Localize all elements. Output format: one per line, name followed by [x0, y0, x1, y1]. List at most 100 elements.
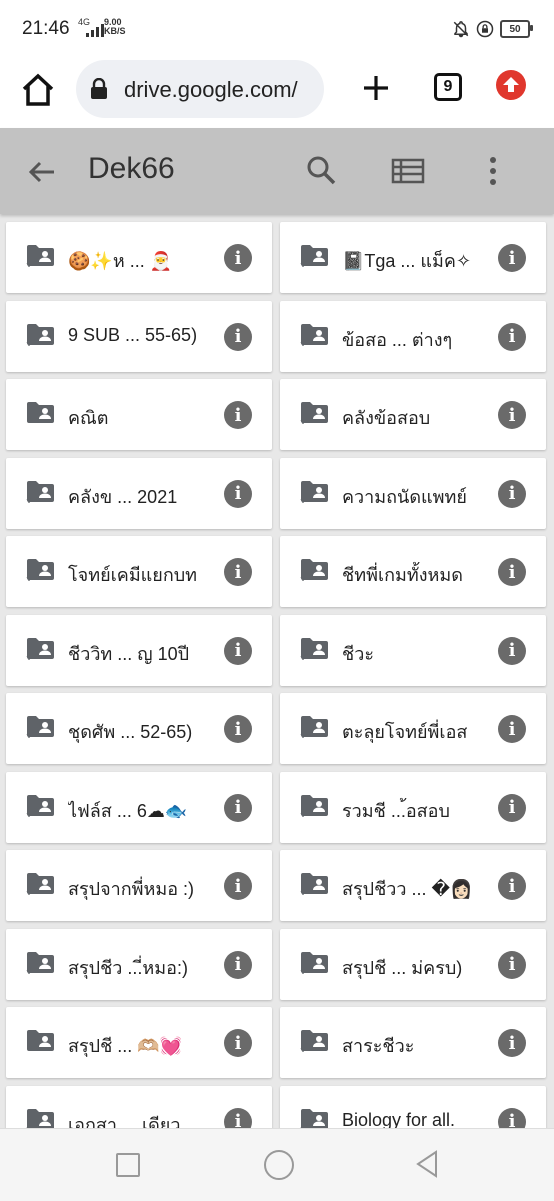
info-icon[interactable]: i — [224, 872, 252, 900]
folder-name: ชีทพี่เกมทั้งหมด — [342, 565, 463, 585]
folder-name: ชีววิท ... ญ 10ปี — [68, 643, 190, 664]
new-tab-button[interactable] — [356, 68, 396, 108]
folder-name: ชุดศัพ ... 52-65) — [68, 722, 193, 742]
folder-name: 📓Tga ... แม็ค✧ — [342, 251, 472, 271]
home-icon — [22, 73, 54, 106]
shared-folder-icon — [300, 244, 330, 270]
info-icon[interactable]: i — [498, 715, 526, 743]
info-icon[interactable]: i — [498, 1029, 526, 1057]
info-icon[interactable]: i — [498, 872, 526, 900]
folder-card[interactable]: รวมชี ...้อสอบ i — [280, 771, 546, 843]
page-title: Dek66 — [88, 152, 175, 185]
folder-card[interactable]: 🍪✨ห ... 🎅 i — [6, 222, 272, 293]
home-button[interactable] — [18, 70, 58, 110]
folder-card[interactable]: สรุปชี ... 🫶🏼💓 i — [6, 1007, 272, 1078]
folder-card[interactable]: เอกสา ... เดียว i — [6, 1085, 272, 1129]
shared-folder-icon — [300, 951, 330, 977]
folder-grid: 🍪✨ห ... 🎅 i 📓Tga ... แม็ค✧ i 9 SUB ... 55-65… — [0, 214, 554, 1128]
folder-name: 🍪✨ห ... 🎅 — [68, 251, 173, 271]
folder-card[interactable]: ชีทพี่เกมทั้งหมด i — [280, 536, 546, 607]
shared-folder-icon — [26, 637, 56, 663]
recents-button[interactable] — [116, 1153, 140, 1177]
info-icon[interactable]: i — [224, 322, 252, 351]
folder-icon — [26, 1029, 56, 1055]
shared-folder-icon — [26, 794, 56, 820]
list-view-button[interactable] — [391, 156, 425, 186]
folder-card[interactable]: ไฟล์ส ... 6☁🐟 i — [6, 771, 272, 843]
shared-folder-icon — [300, 637, 330, 663]
folder-card[interactable]: สรุปชีวว ... �👩🏻 i — [280, 850, 546, 921]
shared-folder-icon — [300, 1108, 330, 1128]
update-button[interactable] — [496, 70, 526, 100]
info-icon[interactable]: i — [498, 950, 526, 979]
shared-folder-icon — [300, 715, 330, 741]
folder-card[interactable]: ข้อสอ ... ต่างๆ i — [280, 300, 546, 372]
arrow-left-icon — [28, 161, 54, 183]
folder-card[interactable]: โจทย์เคมีแยกบท i — [6, 536, 272, 607]
shared-folder-icon — [300, 1029, 330, 1055]
folder-card[interactable]: สาระชีวะ i — [280, 1007, 546, 1078]
shared-folder-icon — [26, 480, 56, 506]
info-icon[interactable]: i — [498, 793, 526, 822]
info-icon[interactable]: i — [224, 950, 252, 979]
tab-switcher-button[interactable]: 9 — [434, 73, 462, 101]
speed-unit: KB/S — [104, 26, 126, 36]
info-icon[interactable]: i — [498, 244, 526, 272]
folder-card[interactable]: 9 SUB ... 55-65) i — [6, 300, 272, 372]
folder-card[interactable]: สรุปชีว ...ี่หมอ:) i — [6, 928, 272, 1000]
folder-name: สรุปชี ... ม่ครบ) — [342, 957, 463, 978]
info-icon[interactable]: i — [224, 558, 252, 586]
status-bar: 21:46 4G 9.00 KB/S 50 — [0, 0, 554, 56]
folder-name: ชีวะ — [342, 643, 374, 664]
folder-card[interactable]: ความถนัดแพทย์ i — [280, 457, 546, 529]
back-button[interactable] — [26, 156, 58, 188]
list-view-icon — [391, 158, 425, 184]
folder-card[interactable]: Biology for all. i — [280, 1085, 546, 1129]
folder-card[interactable]: สรุปจากพี่หมอ :) i — [6, 850, 272, 921]
folder-card[interactable]: ชุดศัพ ... 52-65) i — [6, 693, 272, 764]
folder-name: ข้อสอ ... ต่างๆ — [342, 329, 453, 350]
folder-card[interactable]: สรุปชี ... ม่ครบ) i — [280, 928, 546, 1000]
folder-name: สรุปชีว ...ี่หมอ:) — [68, 957, 188, 978]
folder-card[interactable]: คลังข ... 2021 i — [6, 457, 272, 529]
back-nav-button[interactable] — [414, 1149, 440, 1179]
folder-card[interactable]: คลังข้อสอบ i — [280, 379, 546, 450]
info-icon[interactable]: i — [498, 322, 526, 351]
folder-card[interactable]: ชีวะ i — [280, 614, 546, 686]
info-icon[interactable]: i — [498, 479, 526, 508]
folder-name: รวมชี ...้อสอบ — [342, 800, 450, 821]
info-icon[interactable]: i — [224, 793, 252, 822]
folder-name: เอกสา ... เดียว — [68, 1114, 181, 1129]
info-icon[interactable]: i — [224, 636, 252, 665]
plus-icon — [364, 76, 388, 100]
folder-card[interactable]: ตะลุยโจทย์พี่เอส i — [280, 693, 546, 764]
folder-card[interactable]: 📓Tga ... แม็ค✧ i — [280, 222, 546, 293]
info-icon[interactable]: i — [224, 401, 252, 429]
info-icon[interactable]: i — [498, 1107, 526, 1128]
info-icon[interactable]: i — [224, 1107, 252, 1128]
info-icon[interactable]: i — [224, 715, 252, 743]
shared-folder-icon — [26, 323, 56, 349]
folder-card[interactable]: คณิต i — [6, 379, 272, 450]
info-icon[interactable]: i — [224, 1029, 252, 1057]
search-icon — [307, 156, 336, 185]
browser-toolbar: drive.google.com/ 9 — [0, 56, 554, 128]
address-bar[interactable]: drive.google.com/ — [76, 60, 324, 118]
status-time: 21:46 — [22, 18, 70, 39]
info-icon[interactable]: i — [498, 558, 526, 586]
home-nav-button[interactable] — [264, 1150, 294, 1180]
folder-name: Biology for all. — [342, 1109, 456, 1129]
shared-folder-icon — [26, 558, 56, 584]
folder-card[interactable]: ชีววิท ... ญ 10ปี i — [6, 614, 272, 686]
tab-count: 9 — [443, 78, 453, 95]
info-icon[interactable]: i — [224, 244, 252, 272]
folder-name: สรุปจากพี่หมอ :) — [68, 879, 195, 899]
shared-folder-icon — [26, 951, 56, 977]
search-button[interactable] — [305, 154, 337, 186]
shared-folder-icon — [300, 323, 330, 349]
shared-folder-icon — [300, 480, 330, 506]
info-icon[interactable]: i — [498, 636, 526, 665]
info-icon[interactable]: i — [498, 401, 526, 429]
more-options-button[interactable] — [480, 154, 506, 188]
info-icon[interactable]: i — [224, 479, 252, 508]
